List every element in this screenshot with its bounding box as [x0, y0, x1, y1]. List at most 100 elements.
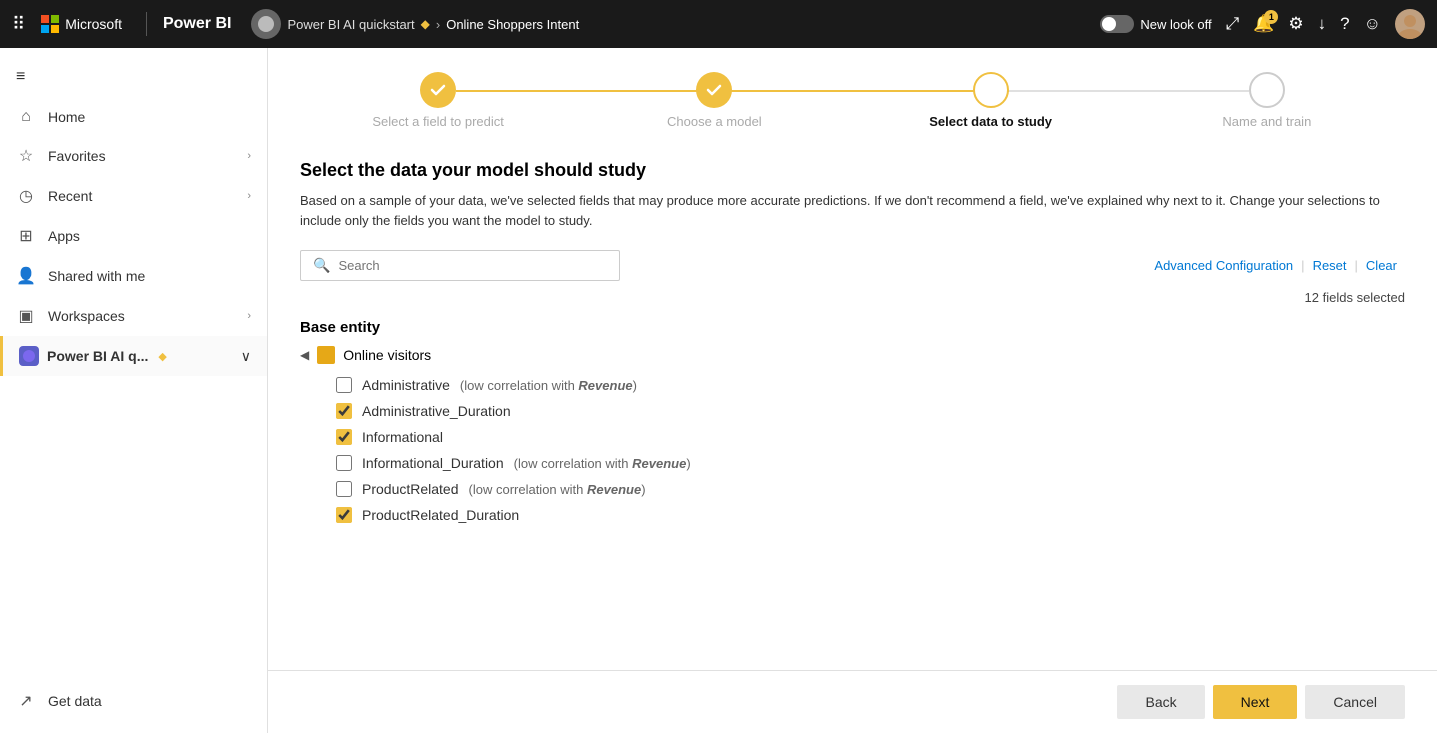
field-item-productrelated: ProductRelated (low correlation with Rev…: [336, 476, 1405, 502]
expand-icon[interactable]: ⤢: [1226, 14, 1240, 34]
field-checkbox-administrative-duration[interactable]: [336, 403, 352, 419]
breadcrumb-workspace[interactable]: Power BI AI quickstart: [287, 17, 414, 32]
step-3-label: Select data to study: [929, 114, 1052, 129]
entity-icon: [317, 346, 335, 364]
field-list: Administrative (low correlation with Rev…: [300, 372, 1405, 528]
bottom-bar: Back Next Cancel: [268, 670, 1437, 733]
workspace-avatar: [251, 9, 281, 39]
sidebar-item-workspaces[interactable]: ▣ Workspaces ›: [0, 296, 267, 336]
sidebar-label-home: Home: [48, 109, 85, 125]
top-navigation: ⠿ Microsoft Power BI Power BI AI quickst…: [0, 0, 1437, 48]
section-title: Base entity: [300, 319, 1405, 336]
fields-count: 12 fields selected: [1305, 290, 1405, 305]
feedback-icon[interactable]: ☺: [1364, 14, 1381, 34]
step-1-circle: [420, 72, 456, 108]
step-3-circle: [973, 72, 1009, 108]
home-icon: ⌂: [16, 108, 36, 126]
sidebar-label-shared: Shared with me: [48, 268, 145, 284]
favorites-icon: ☆: [16, 146, 36, 166]
step-4: Name and train: [1129, 72, 1405, 129]
sidebar-label-workspaces: Workspaces: [48, 308, 125, 324]
sidebar-item-powerbi-ai[interactable]: Power BI AI q... ◆ ∨: [0, 336, 267, 376]
sidebar-label-recent: Recent: [48, 188, 92, 204]
sidebar-label-apps: Apps: [48, 228, 80, 244]
field-note-informational-duration: (low correlation with Revenue): [514, 456, 691, 471]
field-checkbox-productrelated-duration[interactable]: [336, 507, 352, 523]
field-label-informational: Informational: [362, 429, 443, 445]
step-4-circle: [1249, 72, 1285, 108]
workspace-icon-sq: [19, 346, 39, 366]
ms-label: Microsoft: [65, 16, 122, 32]
getdata-icon: ↗: [16, 691, 36, 711]
apps-icon: ⊞: [16, 226, 36, 246]
new-look-label: New look off: [1140, 17, 1211, 32]
field-note-administrative: (low correlation with Revenue): [460, 378, 637, 393]
collapse-icon[interactable]: ◀: [300, 348, 309, 362]
search-actions-row: 🔍 Advanced Configuration | Reset | Clear: [300, 250, 1405, 281]
sidebar-menu-button[interactable]: ≡: [0, 56, 267, 98]
field-item-administrative: Administrative (low correlation with Rev…: [336, 372, 1405, 398]
search-box[interactable]: 🔍: [300, 250, 620, 281]
cancel-button[interactable]: Cancel: [1305, 685, 1405, 719]
nav-right-icons: New look off ⤢ 🔔 1 ⚙ ↓ ? ☺: [1100, 9, 1425, 39]
entity-tree: ◀ Online visitors Administrative (low co…: [300, 346, 1405, 528]
recent-icon: ◷: [16, 186, 36, 206]
sidebar-item-recent[interactable]: ◷ Recent ›: [0, 176, 267, 216]
sidebar: ≡ ⌂ Home ☆ Favorites › ◷ Recent › ⊞ Apps…: [0, 48, 268, 733]
sidebar-item-favorites[interactable]: ☆ Favorites ›: [0, 136, 267, 176]
page-description: Based on a sample of your data, we've se…: [300, 191, 1400, 230]
notifications-icon[interactable]: 🔔 1: [1253, 14, 1274, 34]
field-label-administrative: Administrative: [362, 377, 450, 393]
field-item-administrative-duration: Administrative_Duration: [336, 398, 1405, 424]
sidebar-item-home[interactable]: ⌂ Home: [0, 98, 267, 136]
page-title: Select the data your model should study: [300, 160, 1405, 181]
user-avatar[interactable]: [1395, 9, 1425, 39]
clear-link[interactable]: Clear: [1366, 258, 1397, 273]
download-icon[interactable]: ↓: [1318, 14, 1327, 34]
field-checkbox-informational[interactable]: [336, 429, 352, 445]
step-2: Choose a model: [576, 72, 852, 129]
sidebar-item-apps[interactable]: ⊞ Apps: [0, 216, 267, 256]
stepper: Select a field to predict Choose a model…: [300, 72, 1405, 132]
advanced-configuration-link[interactable]: Advanced Configuration: [1154, 258, 1293, 273]
field-label-administrative-duration: Administrative_Duration: [362, 403, 511, 419]
workspaces-icon: ▣: [16, 306, 36, 326]
next-button[interactable]: Next: [1213, 685, 1298, 719]
back-button[interactable]: Back: [1117, 685, 1204, 719]
settings-icon[interactable]: ⚙: [1288, 14, 1303, 34]
field-item-informational: Informational: [336, 424, 1405, 450]
entity-header: ◀ Online visitors: [300, 346, 1405, 364]
field-item-productrelated-duration: ProductRelated_Duration: [336, 502, 1405, 528]
new-look-toggle[interactable]: [1100, 15, 1134, 33]
breadcrumb-separator: ›: [436, 17, 440, 32]
chevron-right-icon: ›: [247, 150, 251, 162]
sidebar-item-getdata[interactable]: ↗ Get data: [16, 681, 251, 721]
entity-name: Online visitors: [343, 347, 431, 363]
field-item-informational-duration: Informational_Duration (low correlation …: [336, 450, 1405, 476]
nav-divider: [146, 12, 147, 36]
field-checkbox-productrelated[interactable]: [336, 481, 352, 497]
microsoft-logo: Microsoft: [41, 15, 122, 33]
sidebar-label-powerbi-ai: Power BI AI q...: [47, 348, 148, 364]
chevron-right-icon-ws: ›: [247, 310, 251, 322]
step-2-circle: [696, 72, 732, 108]
reset-link[interactable]: Reset: [1313, 258, 1347, 273]
step-1-label: Select a field to predict: [372, 114, 504, 129]
field-checkbox-administrative[interactable]: [336, 377, 352, 393]
field-label-productrelated: ProductRelated: [362, 481, 459, 497]
field-label-informational-duration: Informational_Duration: [362, 455, 504, 471]
step-2-label: Choose a model: [667, 114, 762, 129]
apps-grid-icon[interactable]: ⠿: [12, 14, 25, 35]
powerbi-label: Power BI: [163, 15, 231, 33]
help-icon[interactable]: ?: [1340, 14, 1349, 34]
ms-squares: [41, 15, 59, 33]
sidebar-label-getdata: Get data: [48, 693, 102, 709]
chevron-right-icon-recent: ›: [247, 190, 251, 202]
shared-icon: 👤: [16, 266, 36, 286]
new-look-toggle-group[interactable]: New look off: [1100, 15, 1211, 33]
field-checkbox-informational-duration[interactable]: [336, 455, 352, 471]
action-links: Advanced Configuration | Reset | Clear: [1154, 258, 1405, 273]
main-content: Select a field to predict Choose a model…: [268, 48, 1437, 733]
search-input[interactable]: [338, 258, 607, 273]
sidebar-item-shared[interactable]: 👤 Shared with me: [0, 256, 267, 296]
